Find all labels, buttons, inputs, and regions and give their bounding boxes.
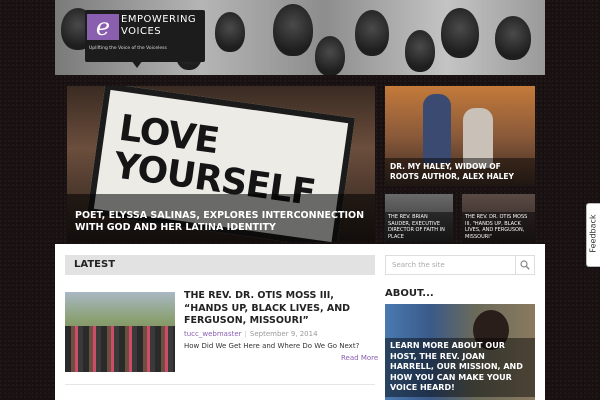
logo-mark-icon: e (87, 14, 119, 40)
post-author-link[interactable]: tucc_webmaster (184, 330, 242, 338)
featured-hero-slide[interactable]: LOVE YOURSELF POET, ELYSSA SALINAS, EXPL… (67, 86, 375, 242)
site-header: e EMPOWERING VOICES Uplifting the Voice … (55, 0, 545, 75)
hero-caption: POET, ELYSSA SALINAS, EXPLORES INTERCONN… (75, 210, 365, 233)
post-title-link[interactable]: THE REV. DR. OTIS MOSS III, “HANDS UP, B… (184, 290, 378, 328)
featured-tile-haley[interactable]: DR. MY HALEY, WIDOW OF ROOTS AUTHOR, ALE… (385, 86, 535, 186)
read-more-link[interactable]: Read More (341, 354, 378, 362)
tile-caption: DR. MY HALEY, WIDOW OF ROOTS AUTHOR, ALE… (385, 158, 535, 186)
post-divider (65, 384, 375, 385)
post-thumbnail[interactable] (65, 292, 175, 372)
logo-speech-tail (131, 60, 143, 68)
about-caption: LEARN MORE ABOUT OUR HOST, THE REV. JOAN… (385, 338, 535, 397)
tile-photo-person (423, 94, 451, 164)
about-banner[interactable]: LEARN MORE ABOUT OUR HOST, THE REV. JOAN… (385, 304, 535, 400)
post-thumbnail-image (65, 326, 175, 372)
logo-title-line2: VOICES (121, 26, 162, 37)
main-content: LATEST THE REV. DR. OTIS MOSS III, “HAND… (55, 244, 545, 400)
post-meta: tucc_webmaster | September 9, 2014 (184, 330, 318, 338)
search-input[interactable] (386, 256, 526, 274)
tile-caption: THE REV. DR. OTIS MOSS III, "HANDS UP, B… (462, 212, 535, 242)
search-form (385, 255, 535, 275)
feedback-tab[interactable]: Feedback (586, 203, 600, 267)
latest-heading: LATEST (74, 259, 116, 270)
meta-separator: | (244, 330, 247, 338)
feedback-label: Feedback (588, 214, 598, 253)
logo-tagline: Uplifting the Voice of the Voiceless (89, 46, 167, 51)
post-date: September 9, 2014 (249, 330, 318, 338)
search-button[interactable] (515, 256, 534, 274)
featured-tile-moss[interactable]: THE REV. DR. OTIS MOSS III, "HANDS UP, B… (462, 194, 535, 242)
search-icon (520, 260, 530, 270)
site-logo-link[interactable]: e EMPOWERING VOICES Uplifting the Voice … (85, 10, 205, 68)
featured-tile-sauder[interactable]: THE REV. BRIAN SAUDER, EXECUTIVE DIRECTO… (385, 194, 453, 242)
post-excerpt: How Did We Get Here and Where Do We Go N… (184, 342, 360, 350)
latest-section-header: LATEST (65, 255, 375, 275)
tile-caption: THE REV. BRIAN SAUDER, EXECUTIVE DIRECTO… (385, 212, 453, 242)
about-heading: ABOUT... (385, 288, 434, 299)
logo-title-line1: EMPOWERING (121, 14, 197, 25)
